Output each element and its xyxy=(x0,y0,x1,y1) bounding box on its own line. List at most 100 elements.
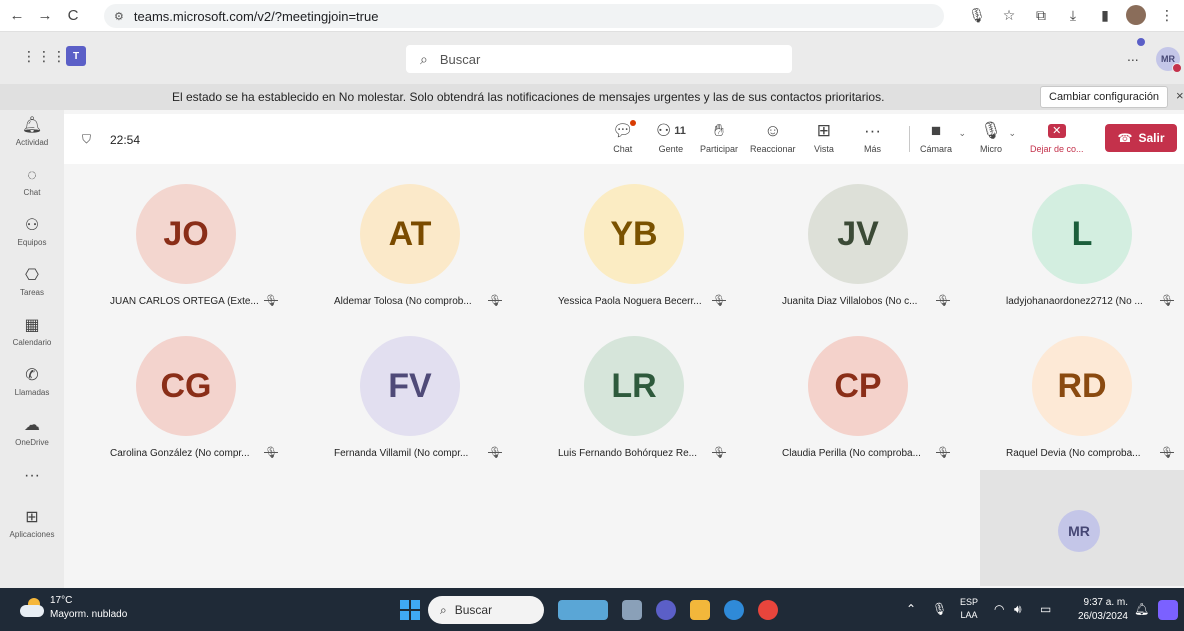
windows-start-icon[interactable] xyxy=(400,600,420,620)
meet-app-icon[interactable] xyxy=(656,600,676,620)
rail-item-tasks[interactable]: ⎔ Tareas xyxy=(0,266,64,297)
forward-button[interactable]: → xyxy=(34,5,56,27)
star-icon[interactable]: ☆ xyxy=(998,4,1020,26)
participant-tile[interactable]: YB Yessica Paola Noguera Becerr... 🎙︎ xyxy=(524,168,746,328)
url-text: teams.microsoft.com/v2/?meetingjoin=true xyxy=(133,8,379,24)
react-label: Reaccionar xyxy=(750,144,796,154)
raise-hand-button[interactable]: ✋︎ Participar xyxy=(700,120,738,154)
search-input[interactable]: ⌕ Buscar xyxy=(406,45,792,73)
self-video-tile[interactable]: MR xyxy=(980,470,1184,586)
phone-icon: ✆ xyxy=(25,367,39,384)
browser-profile-avatar[interactable] xyxy=(1126,5,1146,25)
people-button[interactable]: ⚇ 11 Gente xyxy=(656,120,686,154)
wifi-icon[interactable]: ◠ xyxy=(994,602,1004,616)
site-settings-icon[interactable]: ⚙ xyxy=(114,10,124,23)
react-button[interactable]: ☺ Reaccionar xyxy=(750,120,796,154)
self-avatar: MR xyxy=(1058,510,1100,552)
file-explorer-icon[interactable] xyxy=(690,600,710,620)
smiley-icon: ☺ xyxy=(764,121,782,140)
more-button[interactable]: ··· Más xyxy=(864,120,881,154)
weather-description: Mayorm. nublado xyxy=(50,609,128,620)
notification-bell-icon[interactable]: 🔔︎ xyxy=(1134,602,1149,616)
do-not-disturb-icon xyxy=(1172,63,1182,73)
rail-item-calls[interactable]: ✆ Llamadas xyxy=(0,366,64,397)
lang-line-2: LAA xyxy=(960,610,978,620)
participant-tile[interactable]: JV Juanita Diaz Villalobos (No c... 🎙︎ xyxy=(748,168,970,328)
address-bar[interactable]: ⚙ teams.microsoft.com/v2/?meetingjoin=tr… xyxy=(104,4,944,28)
participant-tile[interactable]: JO JUAN CARLOS ORTEGA (Exte... 🎙︎ xyxy=(76,168,298,328)
bell-icon: 🔔︎ xyxy=(21,117,43,134)
battery-icon[interactable]: ▭ xyxy=(1040,602,1051,616)
rail-item-onedrive[interactable]: ☁︎ OneDrive xyxy=(0,416,64,447)
back-button[interactable]: ← xyxy=(6,5,28,27)
system-clock[interactable]: 9:37 a. m. 26/03/2024 xyxy=(1070,596,1128,624)
participant-tile[interactable]: CG Carolina González (No compr... 🎙︎ xyxy=(76,320,298,480)
camera-button[interactable]: ■ Cámara ⌄ xyxy=(920,120,966,154)
side-panel-icon[interactable]: ▮ xyxy=(1094,4,1116,26)
participant-avatar: AT xyxy=(360,184,460,284)
clock-date: 26/03/2024 xyxy=(1077,611,1128,622)
download-icon[interactable]: ⤓ xyxy=(1062,4,1084,26)
microphone-tray-icon[interactable]: 🎙︎ xyxy=(932,602,947,616)
profile-avatar[interactable]: MR xyxy=(1156,47,1182,73)
rail-label: Chat xyxy=(23,188,41,197)
edge-browser-icon[interactable] xyxy=(724,600,744,620)
search-placeholder: Buscar xyxy=(439,51,481,67)
leave-button[interactable]: ☎︎ Salir xyxy=(1105,124,1177,152)
chevron-down-icon[interactable]: ⌄ xyxy=(958,128,966,139)
participant-name: ladyjohanaordonez2712 (No ... xyxy=(1006,296,1143,307)
banner-message: El estado se ha establecido en No molest… xyxy=(172,90,885,104)
people-label: Gente xyxy=(658,144,684,154)
ellipsis-icon: ··· xyxy=(864,121,881,140)
weather-icon[interactable] xyxy=(20,598,46,618)
chat-bubble-icon: 💬︎ xyxy=(612,120,636,140)
participant-tile[interactable]: RD Raquel Devia (No comproba... 🎙︎ xyxy=(972,320,1184,480)
view-button[interactable]: ⊞ Vista xyxy=(814,120,834,154)
mic-button[interactable]: 🎙︎ Micro ⌄ xyxy=(980,120,1016,154)
rail-item-apps[interactable]: ⊞ Aplicaciones xyxy=(0,508,64,539)
participant-avatar: YB xyxy=(584,184,684,284)
extensions-icon[interactable]: ⧉ xyxy=(1030,4,1052,26)
chevron-up-icon[interactable]: ⌃ xyxy=(906,602,916,616)
chat-button[interactable]: 💬︎ Chat xyxy=(612,120,636,154)
rail-item-more[interactable]: ··· xyxy=(0,466,64,486)
browser-toolbar: ← → C ⚙ teams.microsoft.com/v2/?meetingj… xyxy=(0,0,1184,32)
chrome-browser-icon[interactable] xyxy=(758,600,778,620)
more-label: Más xyxy=(864,144,882,154)
participant-avatar: CG xyxy=(136,336,236,436)
stop-share-icon: ✕ xyxy=(1047,124,1066,138)
teams-logo-icon: T xyxy=(66,46,86,66)
teams-header: ⋮⋮⋮ T ⌕ Buscar ... MR xyxy=(0,32,1184,84)
mic-muted-icon: 🎙︎ xyxy=(712,295,726,307)
rail-item-activity[interactable]: 🔔︎ Actividad xyxy=(0,116,64,147)
change-settings-button[interactable]: Cambiar configuración xyxy=(1040,86,1169,108)
close-icon[interactable]: × xyxy=(1176,88,1184,103)
participant-tile[interactable]: LR Luis Fernando Bohórquez Re... 🎙︎ xyxy=(524,320,746,480)
app-launcher-icon[interactable]: ⋮⋮⋮ xyxy=(22,48,67,65)
copilot-icon[interactable] xyxy=(1158,600,1178,620)
landscape-widget-icon[interactable] xyxy=(558,600,608,620)
participant-tile[interactable]: CP Claudia Perilla (No comproba... 🎙︎ xyxy=(748,320,970,480)
participant-avatar: LR xyxy=(584,336,684,436)
rail-item-teams[interactable]: ⚇ Equipos xyxy=(0,216,64,247)
participant-tile[interactable]: FV Fernanda Villamil (No compr... 🎙︎ xyxy=(300,320,522,480)
rail-label: Equipos xyxy=(17,238,47,247)
language-indicator[interactable]: ESP LAA xyxy=(960,596,978,622)
rail-item-chat[interactable]: ◌ Chat xyxy=(0,166,64,197)
search-icon: ⌕ xyxy=(440,602,447,617)
taskbar-search[interactable]: ⌕ Buscar xyxy=(428,596,544,624)
stop-sharing-button[interactable]: ✕ Dejar de co... xyxy=(1030,120,1084,154)
status-banner: El estado se ha establecido en No molest… xyxy=(0,84,1184,110)
participant-tile[interactable]: AT Aldemar Tolosa (No comprob... 🎙︎ xyxy=(300,168,522,328)
microphone-icon[interactable]: 🎙 xyxy=(966,4,988,26)
rail-item-calendar[interactable]: ▦ Calendario xyxy=(0,316,64,347)
lang-line-1: ESP xyxy=(960,597,979,607)
reload-button[interactable]: C xyxy=(62,5,84,27)
chevron-down-icon[interactable]: ⌄ xyxy=(1008,128,1016,139)
volume-icon[interactable]: 🔊︎ xyxy=(1014,602,1022,617)
more-options-icon[interactable]: ... xyxy=(1127,48,1139,64)
browser-menu-icon[interactable]: ⋮ xyxy=(1156,4,1178,26)
mic-muted-icon: 🎙︎ xyxy=(712,447,726,459)
participant-tile[interactable]: Lladyjohanaordonez2712 (No ... 🎙︎ xyxy=(972,168,1184,328)
task-view-icon[interactable] xyxy=(622,600,642,620)
